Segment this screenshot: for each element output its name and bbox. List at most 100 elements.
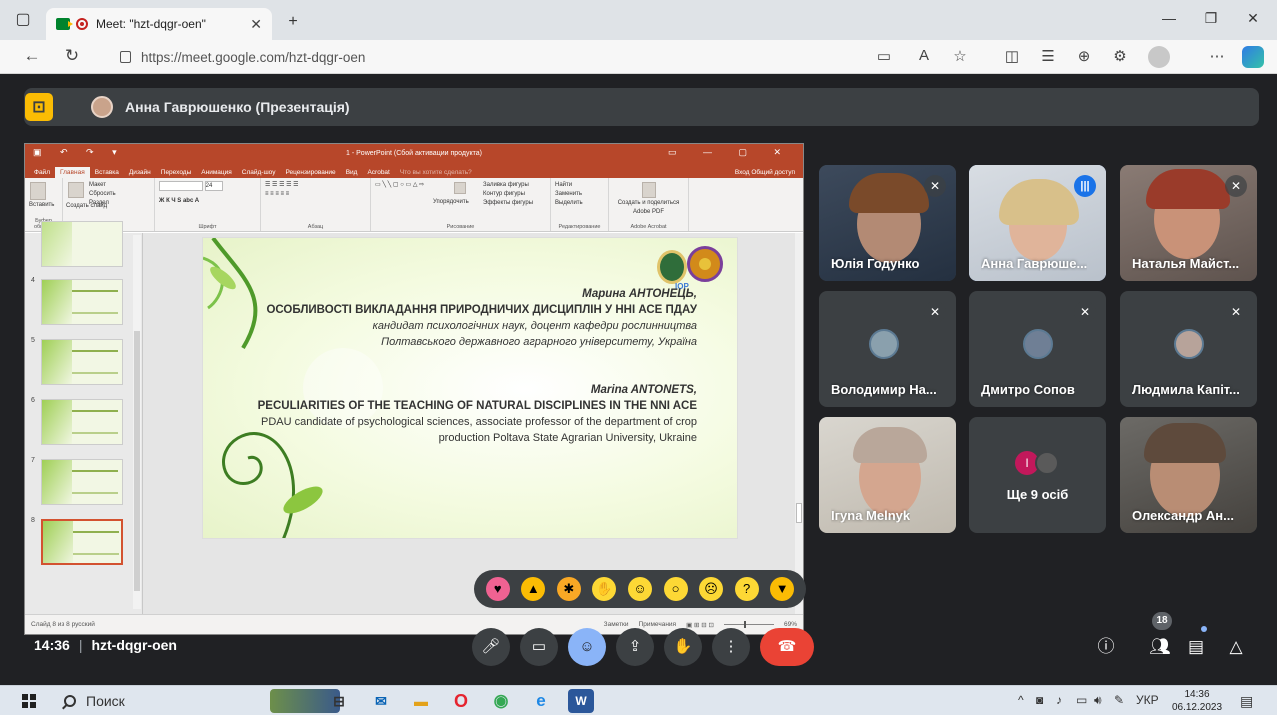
profile-avatar-icon[interactable]	[1148, 46, 1170, 68]
tray-mic-icon[interactable]: ♪	[1056, 693, 1062, 707]
windows-start-icon[interactable]	[22, 694, 36, 708]
reactions-button[interactable]: ☺	[568, 628, 606, 666]
url-field[interactable]: https://meet.google.com /hzt-dqgr-oen	[112, 45, 862, 69]
tab-actions-icon[interactable]: ▢	[10, 8, 36, 32]
word-icon[interactable]: W	[568, 689, 594, 713]
ribbon-drawing-group: ▭ ╲ ╲ ▢ ○ ▭ △ ⇨ Упорядочить Заливка фигу…	[371, 178, 551, 231]
more-participants-tile[interactable]: I Ще 9 осіб	[969, 417, 1106, 533]
leave-call-button[interactable]: ☎	[760, 628, 814, 666]
participant-hair	[849, 173, 929, 213]
reset-label: Сбросить	[89, 191, 116, 197]
party-popper-reaction-icon[interactable]: ✱	[556, 577, 581, 601]
back-icon[interactable]: ←	[20, 46, 44, 66]
taskbar-search-label: Поиск	[86, 693, 125, 709]
thumbnail-image	[41, 399, 123, 445]
slide-subtitle-uk-1: кандидат психологічних наук, доцент кафе…	[372, 320, 697, 332]
participant-tile[interactable]: ✕ Володимир На...	[819, 291, 956, 407]
thinking-reaction-icon[interactable]: ?	[734, 577, 759, 601]
more-options-button[interactable]: ⋮	[712, 628, 750, 666]
mic-off-icon: ✕	[924, 175, 946, 197]
reload-icon[interactable]: ↻	[60, 46, 84, 66]
close-window-icon[interactable]: ✕	[1238, 10, 1268, 27]
camera-button[interactable]: ▭	[520, 628, 558, 666]
thumbs-up-reaction-icon[interactable]: ▲	[521, 577, 546, 601]
university-logo-right	[687, 246, 723, 282]
task-view-icon[interactable]: ⊟	[326, 689, 352, 713]
more-options-icon[interactable]: ⋯	[1205, 47, 1229, 65]
extensions-icon[interactable]: ⚙	[1108, 47, 1132, 65]
collections-icon[interactable]: ⊕	[1072, 47, 1096, 65]
taskbar-clock[interactable]: 14:36 06.12.2023	[1166, 688, 1228, 714]
participant-tile[interactable]: ✕ Людмила Капіт...	[1120, 291, 1257, 407]
volume-icon[interactable]: 🔊︎	[1094, 693, 1102, 708]
battery-icon[interactable]: ▭	[1076, 693, 1087, 707]
ppt-workspace: 4 5 6 7 8 ІОР Марина АНТОНЕЦЬ, ОСОБЛИВОС…	[25, 221, 803, 614]
microphone-button[interactable]: 🎤︎	[472, 628, 510, 666]
arrange-icon	[454, 182, 466, 194]
pen-icon[interactable]: ✎	[1114, 693, 1124, 707]
new-tab-button[interactable]: +	[280, 10, 306, 34]
participant-tile[interactable]: Iгуna Melnyk	[819, 417, 956, 533]
participant-tile[interactable]: ✕ Наталья Майст...	[1120, 165, 1257, 281]
ppt-tab: Файл	[34, 169, 50, 176]
participant-avatar	[1174, 329, 1204, 359]
chrome-icon[interactable]: ◉	[488, 689, 514, 713]
slide-author-uk: Марина АНТОНЕЦЬ,	[582, 288, 697, 300]
surprised-reaction-icon[interactable]: ○	[663, 577, 688, 601]
participant-tile[interactable]: ✕ Юлія Годунко	[819, 165, 956, 281]
participant-name: Iгуna Melnyk	[831, 508, 911, 523]
favorites-icon[interactable]: ☰	[1036, 47, 1060, 65]
people-icon[interactable]: 👥︎	[1146, 633, 1174, 661]
sparkling-heart-reaction-icon[interactable]: ♥	[485, 577, 510, 601]
participant-tile[interactable]: Олександр Ан...	[1120, 417, 1257, 533]
participant-tile-active-speaker[interactable]: ||| Анна Гаврюше...	[969, 165, 1106, 281]
browser-tab-meet[interactable]: Meet: "hzt-dqgr-oen" ✕	[46, 8, 272, 40]
chat-icon[interactable]: ▤	[1182, 633, 1210, 661]
taskbar-search[interactable]: Поиск	[52, 687, 248, 715]
tray-overflow-icon[interactable]: ^	[1018, 693, 1024, 707]
crying-reaction-icon[interactable]: ☹	[699, 577, 724, 601]
tray-app-icon[interactable]: ◙	[1036, 693, 1043, 707]
participant-name: Анна Гаврюше...	[981, 256, 1088, 271]
participant-name: Дмитро Сопов	[981, 382, 1075, 397]
notifications-icon[interactable]: ▤	[1240, 693, 1253, 710]
arrange-label: Упорядочить	[433, 199, 469, 205]
activities-icon[interactable]: △	[1222, 633, 1250, 661]
thumbs-down-reaction-icon[interactable]: ▼	[770, 577, 795, 601]
opera-icon[interactable]: O	[448, 689, 474, 713]
presentation-layout-icon[interactable]: ⊡	[25, 93, 53, 121]
clapping-reaction-icon[interactable]: ✋	[592, 577, 617, 601]
restore-icon[interactable]: ❐	[1196, 10, 1226, 27]
tab-close-icon[interactable]: ✕	[250, 16, 262, 33]
laughing-reaction-icon[interactable]: ☺	[627, 577, 652, 601]
font-size-input: 24	[204, 181, 223, 191]
keyboard-language[interactable]: УКР	[1136, 693, 1159, 707]
edge-icon[interactable]: e	[528, 689, 554, 713]
participant-tile[interactable]: ✕ Дмитро Сопов	[969, 291, 1106, 407]
camera-permission-icon[interactable]: ▭	[872, 47, 896, 65]
mic-off-icon: ✕	[1225, 301, 1247, 323]
meeting-details-icon[interactable]: ⓘ	[1092, 633, 1120, 661]
slide-thumbnail: 5	[29, 337, 139, 387]
clock-time: 14:36	[1184, 689, 1210, 700]
ppt-sign-in: Вход Общий доступ	[734, 169, 795, 176]
meeting-code: hzt-dqgr-oen	[91, 637, 177, 653]
split-screen-icon[interactable]: ◫	[1000, 47, 1024, 65]
chat-notification-dot	[1201, 626, 1207, 632]
ppt-tell-me: Что вы хотите сделать?	[399, 169, 472, 176]
file-explorer-icon[interactable]: ▬	[408, 689, 434, 713]
minimize-icon[interactable]: —	[1154, 10, 1184, 26]
people-count-badge: 18	[1152, 612, 1172, 630]
drawing-group-label: Рисование	[446, 224, 475, 230]
present-screen-button[interactable]: ⇪	[616, 628, 654, 666]
mail-icon[interactable]: ✉	[368, 689, 394, 713]
participant-name: Наталья Майст...	[1132, 256, 1240, 271]
participant-name: Олександр Ан...	[1132, 508, 1234, 523]
read-aloud-icon[interactable]: A	[912, 47, 936, 64]
slide-title-en: PECULIARITIES OF THE TEACHING OF NATURAL…	[257, 400, 697, 412]
paragraph-icons: ☰ ☰ ☰ ☰ ☰	[265, 182, 299, 188]
copilot-icon[interactable]	[1242, 46, 1264, 68]
slide-thumbnail	[29, 219, 139, 269]
raise-hand-button[interactable]: ✋	[664, 628, 702, 666]
favorite-star-icon[interactable]: ☆	[948, 47, 972, 65]
